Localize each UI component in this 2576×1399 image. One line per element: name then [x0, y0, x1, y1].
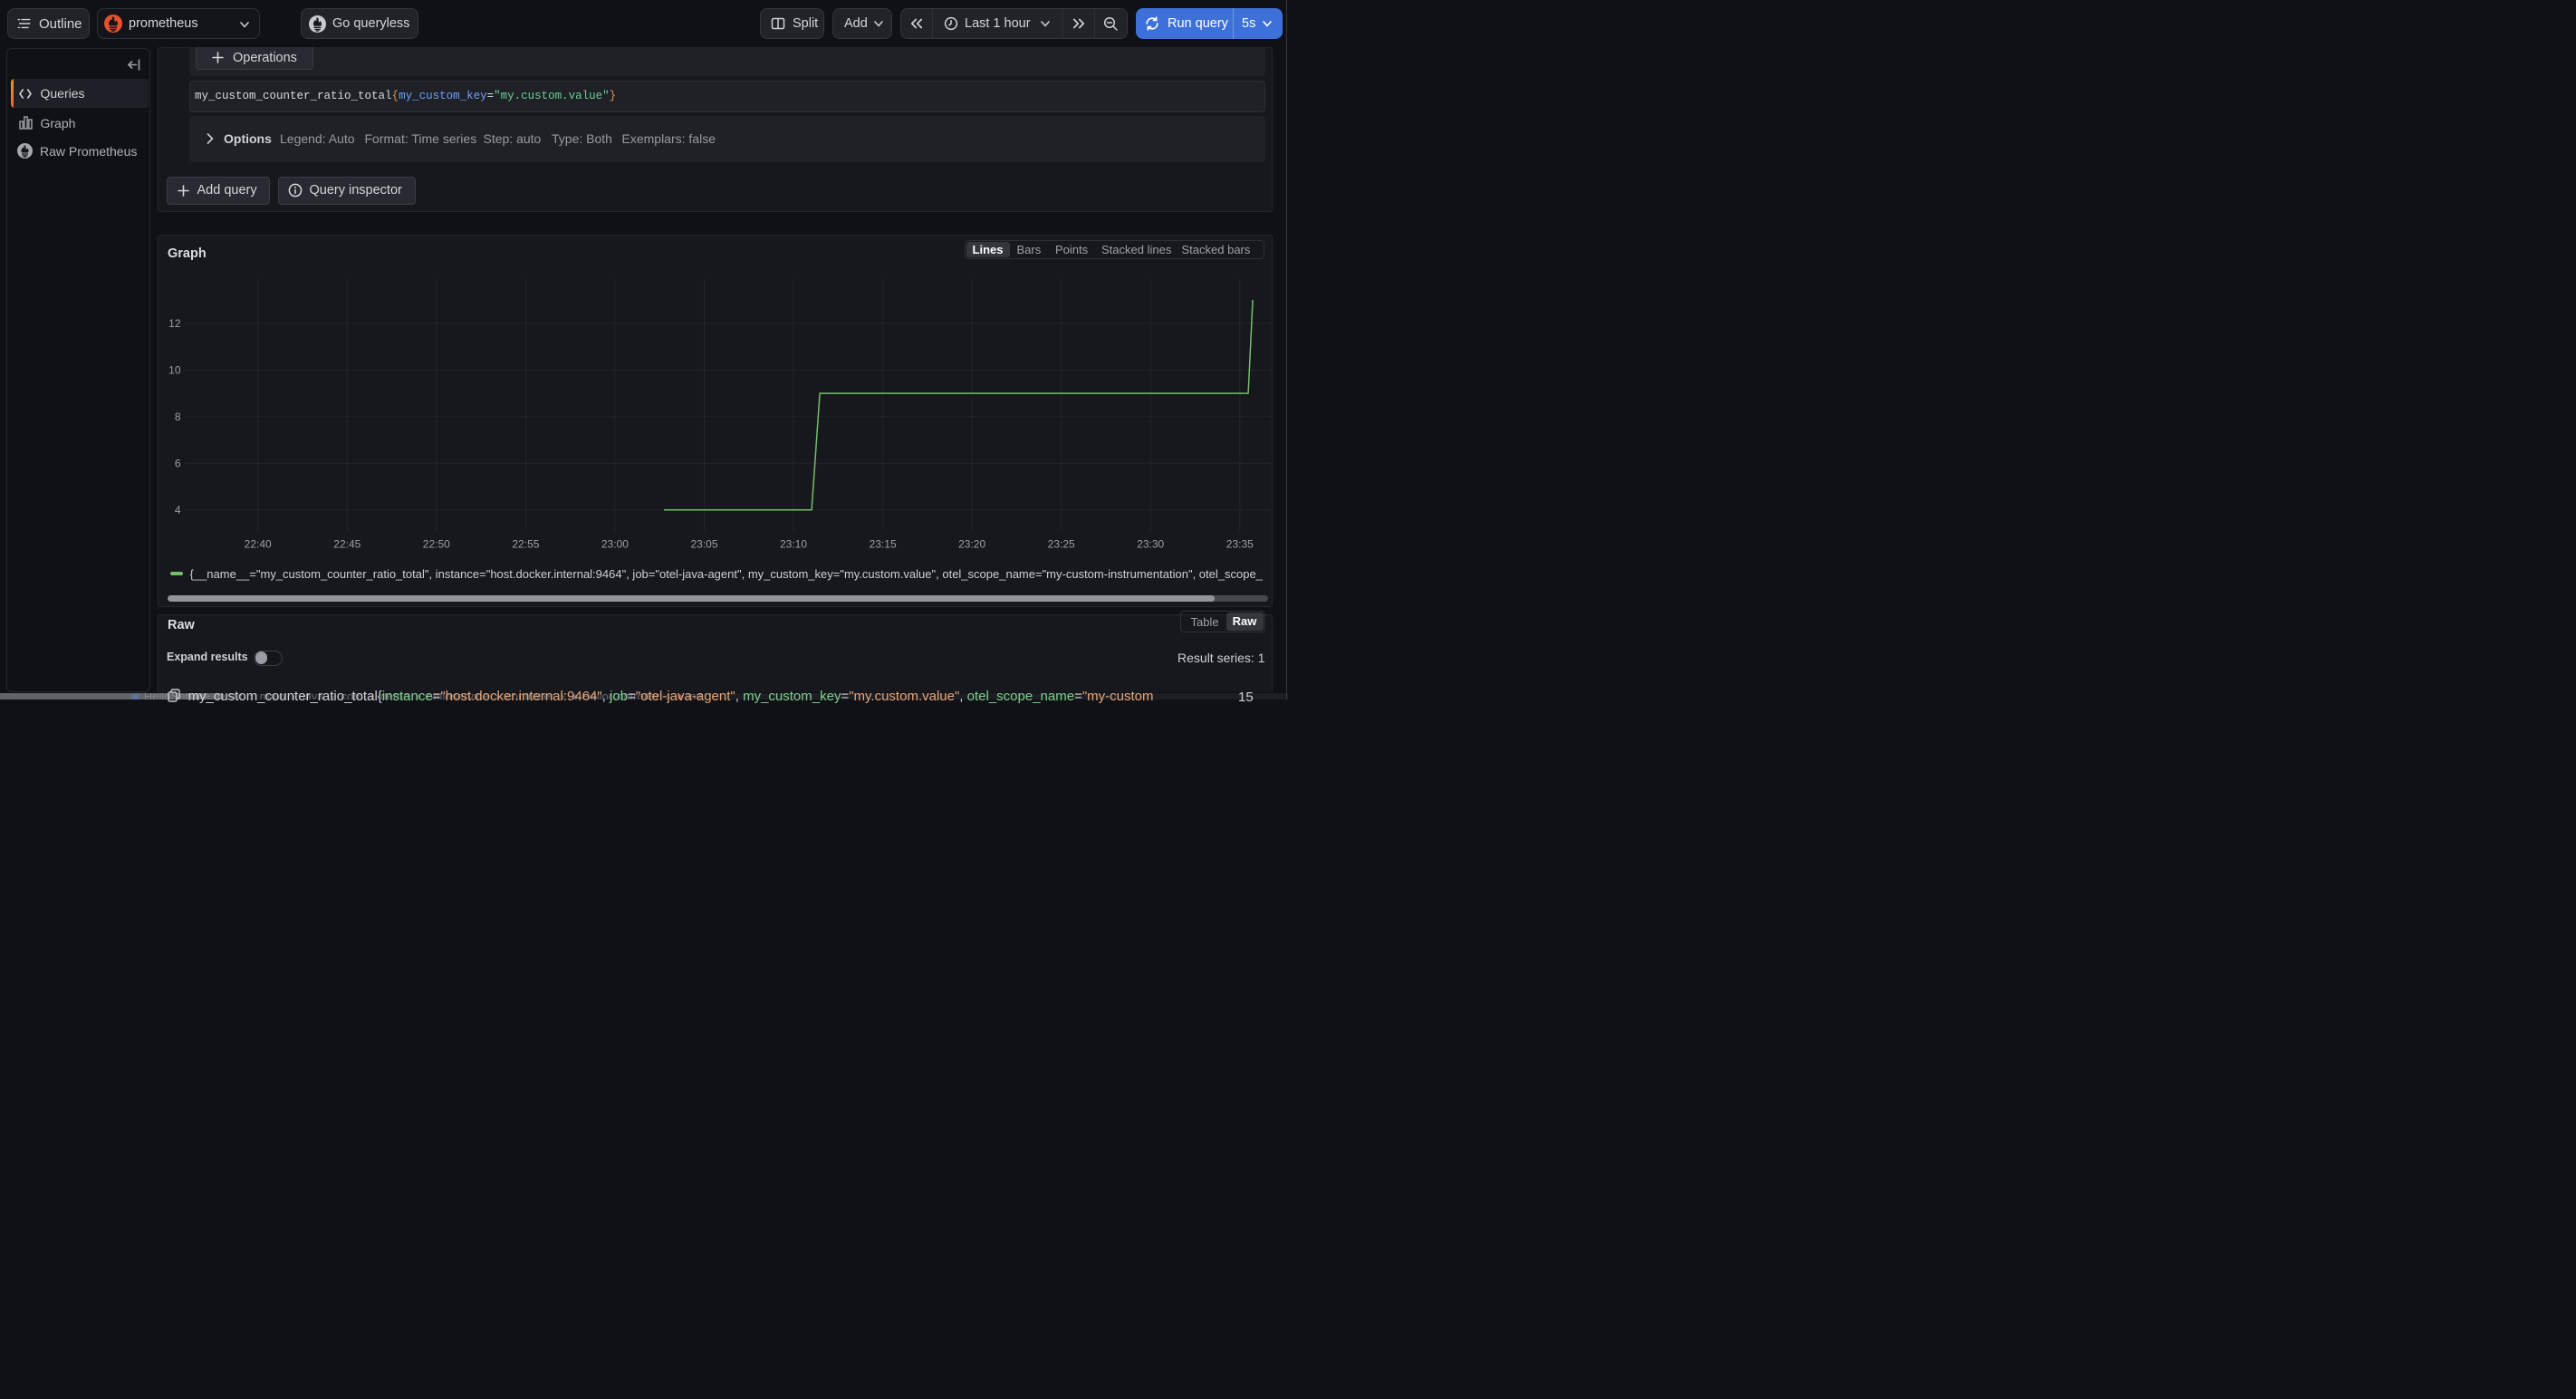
svg-text:23:10: 23:10 — [780, 537, 807, 550]
svg-text:4: 4 — [175, 504, 181, 516]
svg-text:23:00: 23:00 — [601, 537, 629, 550]
svg-text:10: 10 — [168, 363, 181, 376]
svg-text:22:50: 22:50 — [423, 537, 450, 550]
svg-text:23:05: 23:05 — [690, 537, 717, 550]
svg-text:23:30: 23:30 — [1137, 537, 1164, 550]
svg-text:23:15: 23:15 — [870, 537, 897, 550]
svg-text:22:55: 22:55 — [512, 537, 539, 550]
svg-text:12: 12 — [168, 317, 181, 330]
svg-text:6: 6 — [175, 457, 181, 469]
svg-text:23:35: 23:35 — [1226, 537, 1254, 550]
svg-text:23:20: 23:20 — [958, 537, 985, 550]
svg-text:22:40: 22:40 — [245, 537, 272, 550]
svg-text:22:45: 22:45 — [333, 537, 360, 550]
svg-text:23:25: 23:25 — [1048, 537, 1075, 550]
svg-text:8: 8 — [175, 410, 181, 423]
